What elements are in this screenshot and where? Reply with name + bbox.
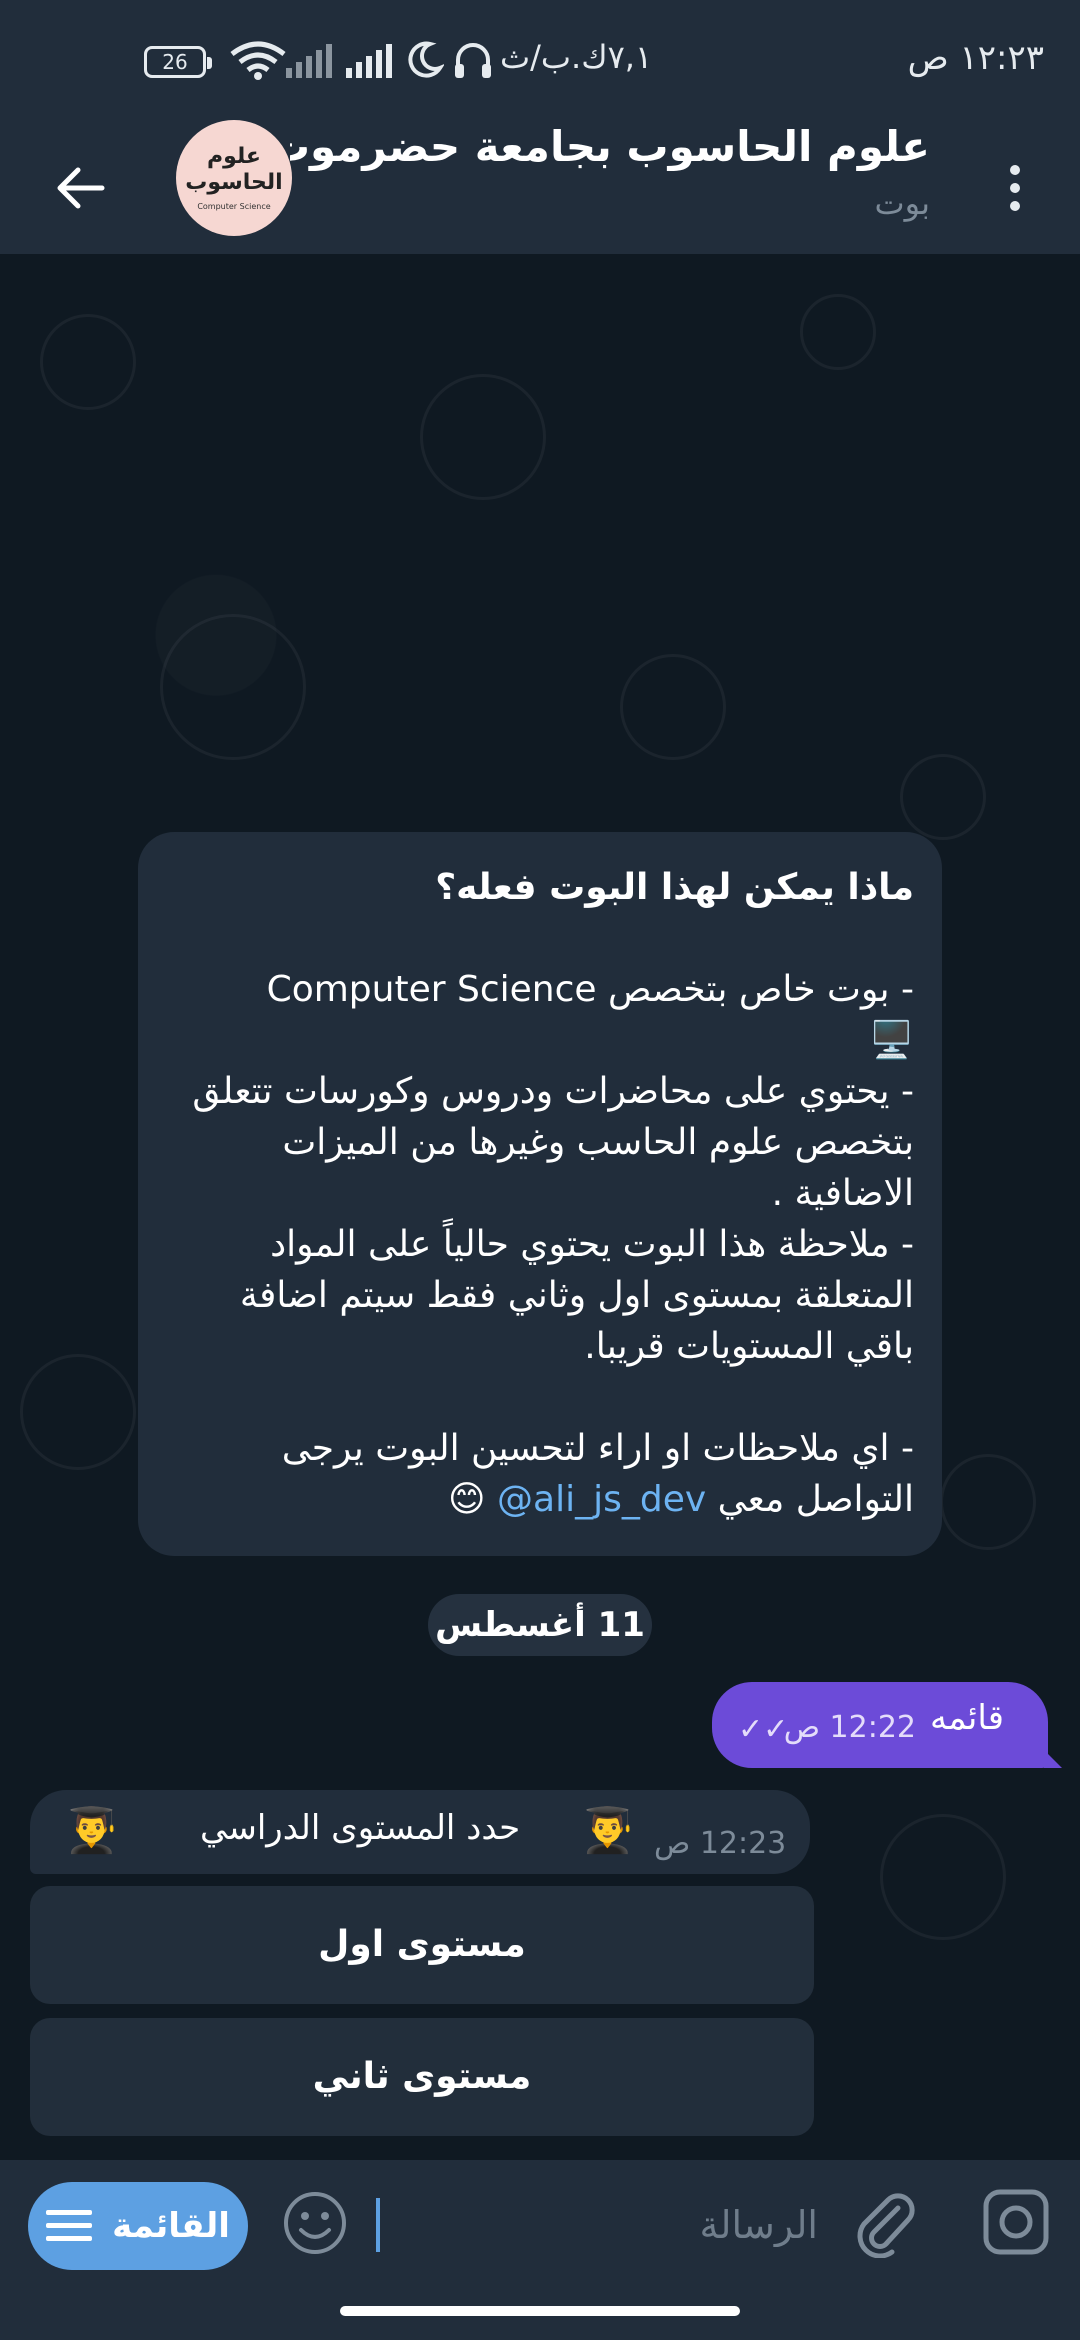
status-bar: ١٢:٢٣ ص 26 ٧,١ك.ب/ث <box>0 0 1080 118</box>
wifi-icon <box>230 41 286 80</box>
status-time: ١٢:٢٣ ص <box>907 38 1044 78</box>
text-cursor <box>376 2198 380 2252</box>
signal-weak-icon <box>286 44 332 78</box>
student-emoji-icon: 👨‍🎓 <box>580 1805 635 1856</box>
moon-icon <box>408 41 444 78</box>
avatar-text-line3: Computer Science <box>197 202 271 211</box>
signal-strong-icon <box>346 44 392 78</box>
bot-description-line3: - ملاحظة هذا البوت يحتوي حالياً على المو… <box>239 1224 914 1367</box>
bot-menu-button[interactable]: القائمة <box>28 2182 248 2270</box>
message-text: قائمه <box>930 1698 1004 1738</box>
background-doodle <box>900 754 986 840</box>
bot-description-line2: - يحتوي على محاضرات ودروس وكورسات تتعلق … <box>192 1071 914 1214</box>
arrow-left-icon <box>57 167 105 209</box>
double-check-icon: ✓✓ <box>738 1712 789 1747</box>
smile-emoji-icon: 😊 <box>448 1479 486 1520</box>
message-input-bar: القائمة <box>0 2160 1080 2280</box>
bot-description-heading: ماذا يمكن لهذا البوت فعله؟ <box>435 867 914 908</box>
background-doodle <box>800 294 876 370</box>
chat-title[interactable]: علوم الحاسوب بجامعة حضرموت <box>290 122 930 171</box>
avatar[interactable]: علوم الحاسوب Computer Science <box>176 120 292 236</box>
emoji-icon[interactable] <box>282 2190 348 2256</box>
navigation-bar <box>0 2280 1080 2340</box>
more-options-button[interactable] <box>990 148 1040 228</box>
message-input[interactable] <box>376 2184 820 2266</box>
home-indicator[interactable] <box>340 2306 740 2316</box>
bot-menu-label: القائمة <box>112 2206 230 2246</box>
computer-icon: 🖥️ <box>869 1020 914 1061</box>
avatar-text-line2: الحاسوب <box>185 170 283 195</box>
background-doodle <box>880 1814 1006 1940</box>
outgoing-message[interactable]: قائمه 12:22 ص ✓✓ <box>712 1682 1062 1768</box>
network-speed: ٧,١ك.ب/ث <box>500 38 653 76</box>
level-two-button[interactable]: مستوى ثاني <box>30 2018 814 2136</box>
avatar-text-line1: علوم <box>207 144 261 169</box>
message-text: حدد المستوى الدراسي <box>200 1808 521 1848</box>
level-one-button[interactable]: مستوى اول <box>30 1886 814 2004</box>
date-separator: 11 أغسطس <box>428 1594 652 1656</box>
background-doodle <box>940 1454 1036 1550</box>
headphones-icon <box>455 43 491 78</box>
background-doodle <box>20 1354 136 1470</box>
dot-icon <box>1010 201 1020 211</box>
battery-icon: 26 <box>144 46 212 78</box>
paperclip-icon[interactable] <box>848 2186 920 2258</box>
message-time: 12:22 ص <box>783 1710 916 1745</box>
student-emoji-icon: 👨‍🎓 <box>64 1805 119 1856</box>
camera-icon[interactable] <box>982 2188 1050 2256</box>
hamburger-icon <box>46 2210 93 2241</box>
chat-header[interactable]: علوم الحاسوب Computer Science علوم الحاس… <box>0 118 1080 254</box>
bot-description-line1: - بوت خاص بتخصص Computer Science <box>266 969 914 1010</box>
bot-description-bubble: ماذا يمكن لهذا البوت فعله؟ - بوت خاص بتخ… <box>138 832 942 1556</box>
bot-description-line4: - اي ملاحظات او اراء لتحسين البوت يرجى ا… <box>166 1423 914 1525</box>
back-button[interactable] <box>40 148 120 228</box>
incoming-message[interactable]: 👨‍🎓 حدد المستوى الدراسي 👨‍🎓 12:23 ص <box>30 1790 810 1874</box>
background-doodle <box>160 614 306 760</box>
background-doodle <box>40 314 136 410</box>
background-doodle <box>620 654 726 760</box>
chat-subtitle: بوت <box>874 184 930 222</box>
background-doodle <box>420 374 546 500</box>
mention-link[interactable]: @ali_js_dev <box>497 1479 706 1520</box>
message-time: 12:23 ص <box>654 1826 787 1861</box>
dot-icon <box>1010 183 1020 193</box>
dot-icon <box>1010 165 1020 175</box>
